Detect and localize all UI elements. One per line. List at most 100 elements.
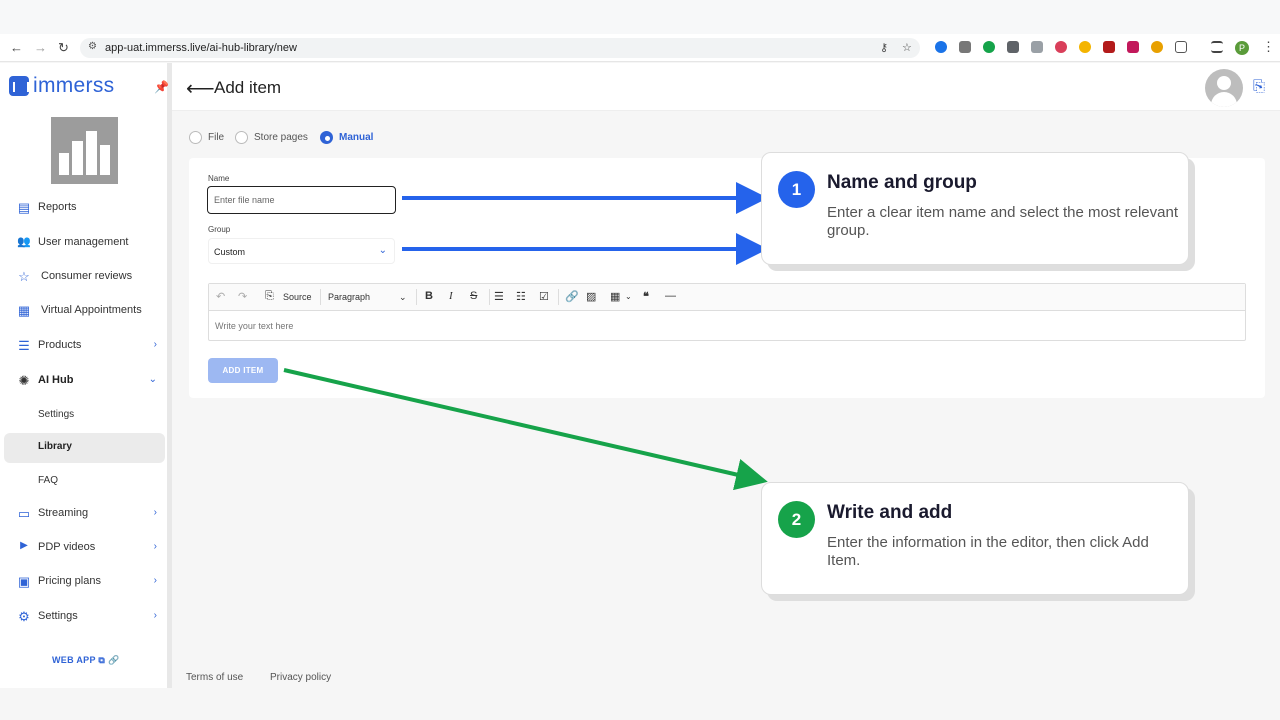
chevron-right-icon: ›	[153, 507, 157, 518]
web-app-link[interactable]: WEB APP ⧉ 🔗	[52, 655, 119, 666]
callout-write-and-add: 2 Write and add Enter the information in…	[761, 482, 1189, 595]
insert-image-icon[interactable]: ▨	[586, 290, 596, 303]
extension-icon[interactable]	[1031, 41, 1043, 53]
extension-icon[interactable]	[959, 41, 971, 53]
undo-icon[interactable]: ↶	[216, 290, 225, 303]
sidebar-item-pricing-plans[interactable]: ▣ Pricing plans ›	[4, 567, 165, 597]
reading-list-icon[interactable]	[1211, 41, 1223, 53]
chevron-down-icon: ⌄	[625, 292, 632, 301]
extension-icon[interactable]	[1103, 41, 1115, 53]
callout-body: Enter a clear item name and select the m…	[827, 204, 1179, 239]
calendar-icon: ▦	[17, 303, 31, 318]
toolbar-divider	[558, 289, 559, 305]
sidebar-item-label: Pricing plans	[38, 575, 101, 587]
chevron-right-icon: ›	[153, 339, 157, 350]
browser-forward-icon[interactable]: →	[34, 40, 47, 55]
redo-icon[interactable]: ↷	[238, 290, 247, 303]
back-arrow-icon[interactable]: ⟵	[186, 76, 215, 101]
pricing-icon: ▣	[17, 574, 31, 589]
blockquote-icon[interactable]: ❝	[643, 290, 649, 303]
sidebar-item-ai-hub[interactable]: ✺ AI Hub ⌄	[4, 366, 165, 396]
extension-icon[interactable]	[1055, 41, 1067, 53]
extension-icon[interactable]	[1079, 41, 1091, 53]
sidebar-item-streaming[interactable]: ▭ Streaming ›	[4, 499, 165, 529]
sidebar-subitem-library[interactable]: Library	[4, 433, 165, 463]
sidebar-item-consumer-reviews[interactable]: ☆ Consumer reviews	[4, 262, 165, 292]
sidebar-item-reports[interactable]: ▤ Reports	[4, 193, 165, 223]
callout-body: Enter the information in the editor, the…	[827, 534, 1149, 569]
page-title: Add item	[214, 78, 282, 97]
url-field[interactable]: ⚙ app-uat.immerss.live/ai-hub-library/ne…	[80, 38, 920, 58]
todo-list-icon[interactable]: ☑	[539, 290, 549, 303]
radio-file[interactable]	[189, 131, 202, 144]
browser-address-bar: ← → ↻ ⚙ app-uat.immerss.live/ai-hub-libr…	[0, 34, 1280, 62]
extension-icon[interactable]	[1127, 41, 1139, 53]
numbered-list-icon[interactable]: ☷	[516, 290, 526, 303]
extension-icon[interactable]	[935, 41, 947, 53]
extension-icon[interactable]	[1007, 41, 1019, 53]
browser-menu-icon[interactable]: ⋮	[1262, 39, 1275, 55]
horizontal-line-icon[interactable]: —	[665, 290, 676, 302]
bold-icon[interactable]: B	[425, 290, 433, 302]
browser-reload-icon[interactable]: ↻	[58, 40, 69, 56]
extensions-puzzle-icon[interactable]	[1175, 41, 1187, 53]
source-button[interactable]: Source	[283, 292, 312, 302]
link-icon[interactable]: 🔗	[565, 290, 579, 303]
web-app-label: WEB APP	[52, 655, 96, 665]
sidebar-item-virtual-appointments[interactable]: ▦ Virtual Appointments	[4, 296, 165, 326]
bulleted-list-icon[interactable]: ☰	[494, 290, 504, 303]
radio-store-pages[interactable]	[235, 131, 248, 144]
star-icon: ☆	[18, 269, 30, 284]
sidebar-item-label: Streaming	[38, 507, 89, 519]
group-select[interactable]: Custom ⌄	[208, 238, 395, 264]
extension-icon[interactable]	[983, 41, 995, 53]
sidebar-item-user-management[interactable]: 👥 User management	[4, 228, 165, 258]
chevron-right-icon: ›	[153, 610, 157, 621]
sidebar-item-label: AI Hub	[38, 374, 74, 386]
sidebar-item-label: Reports	[38, 201, 77, 213]
users-icon: 👥	[17, 236, 31, 248]
logout-icon[interactable]: ⎘	[1253, 78, 1265, 95]
company-avatar	[51, 117, 118, 184]
sidebar-item-label: PDP videos	[38, 541, 96, 553]
sidebar-item-settings[interactable]: ⚙ Settings ›	[4, 602, 165, 632]
name-label: Name	[208, 174, 230, 183]
radio-store-pages-label[interactable]: Store pages	[254, 132, 308, 143]
user-avatar[interactable]	[1205, 69, 1243, 107]
radio-manual-label[interactable]: Manual	[339, 132, 373, 143]
rich-text-editor[interactable]: ↶ ↷ ⎘ Source Paragraph ⌄ B I S ☰ ☷ ☑ 🔗 ▨…	[208, 283, 1246, 341]
strikethrough-icon[interactable]: S	[470, 290, 477, 302]
name-placeholder: Enter file name	[214, 195, 275, 205]
browser-profile-avatar[interactable]: P	[1235, 41, 1249, 55]
paragraph-dropdown[interactable]: Paragraph	[328, 292, 370, 302]
radio-file-label[interactable]: File	[208, 132, 224, 143]
chevron-down-icon: ⌄	[399, 292, 407, 302]
table-icon[interactable]: ▦	[610, 290, 620, 303]
sidebar-item-products[interactable]: ☰ Products ›	[4, 331, 165, 361]
editor-toolbar: ↶ ↷ ⎘ Source Paragraph ⌄ B I S ☰ ☷ ☑ 🔗 ▨…	[209, 284, 1245, 311]
sidebar-item-label: Settings	[38, 610, 78, 622]
toolbar-divider	[320, 289, 321, 305]
reports-icon: ▤	[17, 200, 31, 215]
radio-manual[interactable]	[320, 131, 333, 144]
privacy-policy-link[interactable]: Privacy policy	[270, 672, 331, 683]
site-info-icon[interactable]: ⚙	[88, 41, 97, 52]
sidebar-subitem-settings[interactable]: Settings	[4, 401, 165, 431]
building-icon	[59, 131, 110, 175]
terms-of-use-link[interactable]: Terms of use	[186, 672, 243, 683]
italic-icon[interactable]: I	[449, 290, 453, 302]
extension-icon[interactable]	[1151, 41, 1163, 53]
bookmark-star-icon[interactable]: ☆	[902, 41, 912, 54]
sidebar-item-pdp-videos[interactable]: ▶ PDP videos ›	[4, 533, 165, 563]
browser-back-icon[interactable]: ←	[10, 40, 23, 55]
avatar-head	[1217, 76, 1231, 90]
sidebar-subitem-faq[interactable]: FAQ	[4, 467, 165, 497]
add-item-button[interactable]: ADD ITEM	[208, 358, 278, 383]
group-label: Group	[208, 225, 231, 234]
pin-sidebar-icon[interactable]: 📌	[154, 80, 169, 94]
sidebar-item-label: Settings	[38, 409, 75, 420]
password-key-icon[interactable]: ⚷	[880, 41, 888, 54]
source-icon[interactable]: ⎘	[265, 290, 274, 303]
logo-text: immerss	[33, 74, 115, 97]
name-input[interactable]: Enter file name	[207, 186, 396, 214]
